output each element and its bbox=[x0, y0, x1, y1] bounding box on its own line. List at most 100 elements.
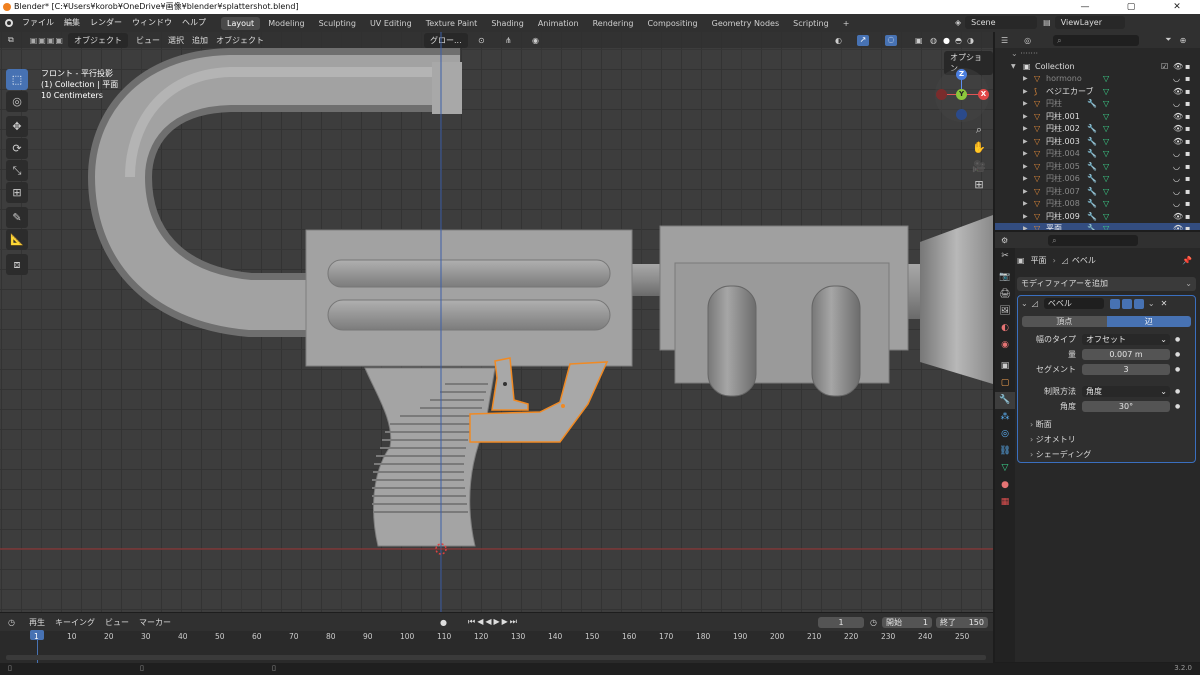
add-workspace-button[interactable]: + bbox=[837, 17, 856, 30]
keyframe-dot-icon[interactable]: ● bbox=[1175, 403, 1180, 410]
timeline-scrollbar[interactable] bbox=[6, 655, 986, 660]
keyframe-dot-icon[interactable]: ● bbox=[1175, 388, 1180, 395]
texture-tab-icon[interactable]: ▦ bbox=[995, 494, 1015, 511]
scene-collection-row[interactable]: ⌄ ······· bbox=[995, 48, 1200, 61]
tab-uv-editing[interactable]: UV Editing bbox=[364, 17, 418, 30]
tab-texture-paint[interactable]: Texture Paint bbox=[420, 17, 484, 30]
outliner-object-row[interactable]: ▶ ▽ hormono ▽ ◡ ▪ bbox=[995, 73, 1200, 86]
expand-icon[interactable]: ▶ bbox=[1023, 111, 1032, 124]
menu-help[interactable]: ヘルプ bbox=[182, 14, 206, 32]
modifier-wrench-icon[interactable]: 🔧 bbox=[1087, 136, 1097, 149]
outliner-object-row[interactable]: ▶ ▽ 円柱.004 🔧 ▽ ◡ ▪ bbox=[995, 148, 1200, 161]
tab-rendering[interactable]: Rendering bbox=[587, 17, 640, 30]
render-icon[interactable]: ▪ bbox=[1185, 123, 1190, 136]
expand-icon[interactable]: ▶ bbox=[1023, 123, 1032, 136]
keyframe-dot-icon[interactable]: ● bbox=[1175, 366, 1180, 373]
eye-icon[interactable]: 👁 bbox=[1173, 61, 1183, 74]
modifier-wrench-icon[interactable]: 🔧 bbox=[1087, 211, 1097, 224]
expand-icon[interactable]: ▼ bbox=[1011, 61, 1020, 74]
expand-icon[interactable]: ▶ bbox=[1023, 73, 1032, 86]
amount-field[interactable]: 0.007 m bbox=[1082, 348, 1170, 360]
render-icon[interactable]: ▪ bbox=[1185, 148, 1190, 161]
render-icon[interactable]: ▪ bbox=[1185, 223, 1190, 230]
new-collection-icon[interactable]: ⊕ bbox=[1180, 36, 1187, 45]
expand-icon[interactable]: ▶ bbox=[1023, 136, 1032, 149]
tab-geometry-nodes[interactable]: Geometry Nodes bbox=[706, 17, 785, 30]
outliner-object-row[interactable]: ▶ ▽ 円柱.003 🔧 ▽ 👁 ▪ bbox=[995, 136, 1200, 149]
tool-tab-icon[interactable]: ✂ bbox=[995, 248, 1015, 265]
render-icon[interactable]: ▪ bbox=[1185, 136, 1190, 149]
gizmo-neg-z-axis[interactable] bbox=[956, 109, 967, 120]
blender-menu-icon[interactable] bbox=[5, 19, 13, 27]
record-icon[interactable]: ● bbox=[440, 618, 447, 627]
modifier-wrench-icon[interactable]: 🔧 bbox=[1087, 186, 1097, 199]
tab-sculpting[interactable]: Sculpting bbox=[313, 17, 362, 30]
gizmo-y-axis[interactable]: Y bbox=[956, 89, 967, 100]
limit-method-select[interactable]: 角度 ⌄ bbox=[1082, 385, 1170, 397]
render-icon[interactable]: ▪ bbox=[1185, 161, 1190, 174]
segments-field[interactable]: 3 bbox=[1082, 363, 1170, 375]
menu-window[interactable]: ウィンドウ bbox=[132, 14, 172, 32]
menu-file[interactable]: ファイル bbox=[22, 14, 54, 32]
scene-tab-icon[interactable]: ◐ bbox=[995, 320, 1015, 337]
mesh-data-icon[interactable]: ▽ bbox=[1103, 161, 1109, 174]
pan-hand-icon[interactable]: ✋ bbox=[971, 140, 987, 156]
filter-icon[interactable]: ⏷ bbox=[1165, 35, 1171, 45]
menu-keying[interactable]: キーイング bbox=[55, 617, 95, 628]
gizmo-neg-x-axis[interactable] bbox=[936, 89, 947, 100]
mesh-data-icon[interactable]: ▽ bbox=[1103, 211, 1109, 224]
tab-compositing[interactable]: Compositing bbox=[641, 17, 703, 30]
output-tab-icon[interactable]: 🖨 bbox=[995, 286, 1015, 303]
mesh-data-icon[interactable]: ▽ bbox=[1103, 136, 1109, 149]
outliner-search-input[interactable]: ⌕ bbox=[1053, 34, 1140, 46]
modifier-wrench-icon[interactable]: 🔧 bbox=[1087, 173, 1097, 186]
current-frame-field[interactable]: 1 bbox=[818, 616, 864, 628]
tab-modeling[interactable]: Modeling bbox=[262, 17, 310, 30]
outliner-object-row[interactable]: ▶ ▽ 円柱.006 🔧 ▽ ◡ ▪ bbox=[995, 173, 1200, 186]
shading-subpanel[interactable]: › シェーディング bbox=[1030, 449, 1091, 460]
start-frame-field[interactable]: 開始 1 bbox=[882, 616, 932, 628]
expand-icon[interactable]: ▶ bbox=[1023, 223, 1032, 230]
outliner-object-row[interactable]: ▶ ⟆ ベジエカーブ ▽ 👁 ▪ bbox=[995, 86, 1200, 99]
zoom-icon[interactable]: ⌕ bbox=[971, 122, 987, 138]
render-icon[interactable]: ▪ bbox=[1185, 61, 1190, 74]
mesh-data-icon[interactable]: ▽ bbox=[1103, 148, 1109, 161]
menu-timeline-view[interactable]: ビュー bbox=[105, 617, 129, 628]
material-tab-icon[interactable]: ● bbox=[995, 477, 1015, 494]
playback-controls[interactable]: ⏮◀◀▶▶⏭ bbox=[468, 617, 519, 627]
mesh-data-icon[interactable]: ▽ bbox=[1103, 198, 1109, 211]
outliner-object-row[interactable]: ▶ ▽ 円柱.005 🔧 ▽ ◡ ▪ bbox=[995, 161, 1200, 174]
viewport-toggle-icon[interactable] bbox=[1121, 298, 1132, 309]
modifier-tab-icon[interactable]: 🔧 bbox=[995, 392, 1015, 409]
menu-playback[interactable]: 再生 bbox=[29, 617, 45, 628]
outliner-object-row[interactable]: ▶ ▽ 円柱.007 🔧 ▽ ◡ ▪ bbox=[995, 186, 1200, 199]
collapse-icon[interactable]: ⌄ bbox=[1021, 299, 1028, 308]
pin-icon[interactable]: 📌 bbox=[1182, 254, 1192, 268]
data-tab-icon[interactable]: ▽ bbox=[995, 460, 1015, 477]
minimize-button[interactable]: — bbox=[1062, 0, 1108, 14]
outliner-editor-icon[interactable]: ☰ bbox=[1001, 36, 1008, 45]
collection-tab-icon[interactable]: ▣ bbox=[995, 358, 1015, 375]
tab-layout[interactable]: Layout bbox=[221, 16, 261, 30]
mesh-data-icon[interactable]: ▽ bbox=[1103, 186, 1109, 199]
outliner-object-row[interactable]: ▶ ▽ 円柱.009 🔧 ▽ 👁 ▪ bbox=[995, 211, 1200, 224]
menu-edit[interactable]: 編集 bbox=[64, 14, 80, 32]
world-tab-icon[interactable]: ◉ bbox=[995, 337, 1015, 354]
particles-tab-icon[interactable]: ⁂ bbox=[995, 409, 1015, 426]
mesh-data-icon[interactable]: ▽ bbox=[1103, 123, 1109, 136]
render-tab-icon[interactable]: 📷 bbox=[995, 269, 1015, 286]
render-icon[interactable]: ▪ bbox=[1185, 173, 1190, 186]
expand-icon[interactable]: ▶ bbox=[1023, 161, 1032, 174]
render-icon[interactable]: ▪ bbox=[1185, 86, 1190, 99]
affect-vertices-button[interactable]: 頂点 bbox=[1022, 316, 1107, 327]
scene-selector[interactable]: Scene bbox=[965, 16, 1038, 29]
view-layer-tab-icon[interactable]: 🖼 bbox=[995, 303, 1015, 320]
expand-icon[interactable]: ▶ bbox=[1023, 173, 1032, 186]
render-icon[interactable]: ▪ bbox=[1185, 111, 1190, 124]
mesh-data-icon[interactable]: ▽ bbox=[1103, 111, 1109, 124]
render-icon[interactable]: ▪ bbox=[1185, 73, 1190, 86]
camera-view-icon[interactable]: 🎥 bbox=[971, 159, 987, 175]
eye-icon[interactable]: ◡ bbox=[1173, 161, 1180, 174]
gizmo-x-axis[interactable]: X bbox=[978, 89, 989, 100]
expand-icon[interactable]: ▶ bbox=[1023, 86, 1032, 99]
